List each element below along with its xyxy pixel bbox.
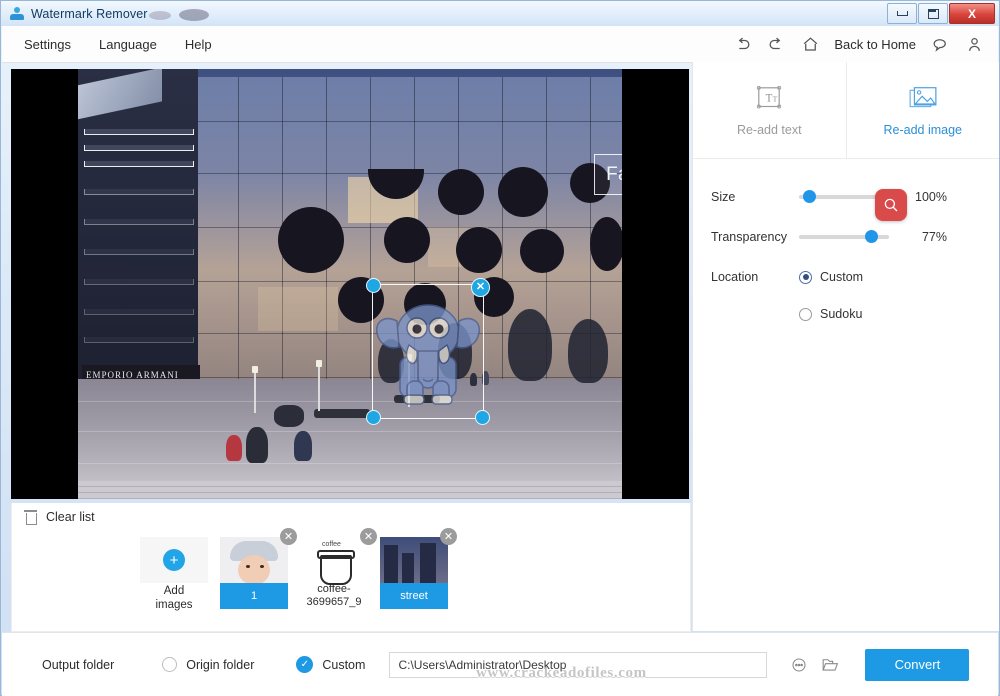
custom-folder-option[interactable]: ✓ Custom xyxy=(296,656,365,673)
origin-folder-option[interactable]: Origin folder xyxy=(162,657,254,672)
menu-item-help[interactable]: Help xyxy=(171,37,226,52)
location-option-sudoku[interactable]: Sudoku xyxy=(799,307,862,321)
remove-watermark-icon[interactable]: ✕ xyxy=(471,278,490,297)
clear-list-label: Clear list xyxy=(46,510,95,524)
resize-handle-bottom-right[interactable] xyxy=(475,410,490,425)
tab-re-add-text[interactable]: T T Re-add text xyxy=(693,62,847,158)
clear-list-row[interactable]: Clear list xyxy=(12,503,690,531)
elephant-sticker-icon xyxy=(373,285,483,418)
svg-text:T: T xyxy=(773,94,778,103)
origin-folder-label: Origin folder xyxy=(186,658,254,672)
title-smudge-1 xyxy=(149,11,171,20)
add-images-button[interactable]: + Add images xyxy=(140,537,208,609)
store-sign-text: EMPORIO ARMANI xyxy=(82,365,200,380)
thumbnail-caption: 1 xyxy=(220,583,288,609)
undo-icon[interactable] xyxy=(732,34,752,54)
toolbar: Back to Home xyxy=(732,26,984,62)
list-item[interactable]: street ✕ xyxy=(380,537,448,609)
svg-text:T: T xyxy=(766,92,773,104)
window-controls: X xyxy=(887,3,995,24)
resize-handle-top-left[interactable] xyxy=(366,278,381,293)
delete-thumbnail-icon[interactable]: ✕ xyxy=(280,528,297,545)
redo-icon[interactable] xyxy=(766,34,786,54)
trash-icon[interactable] xyxy=(24,510,37,525)
maximize-button[interactable] xyxy=(918,3,948,24)
window-title: Watermark Remover xyxy=(31,7,148,21)
close-button[interactable]: X xyxy=(949,3,995,24)
photo-plaza-ground xyxy=(78,379,622,499)
right-panel: T T Re-add text Re-add image Size xyxy=(692,62,999,631)
bottom-bar: Output folder Origin folder ✓ Custom C:\… xyxy=(2,632,998,696)
resize-handle-bottom-left[interactable] xyxy=(366,410,381,425)
minimize-button[interactable] xyxy=(887,3,917,24)
location-row-2: Sudoku xyxy=(711,297,981,331)
site-watermark: www.crackeadofiles.com xyxy=(476,665,647,682)
tab-re-add-text-label: Re-add text xyxy=(737,123,802,137)
convert-button[interactable]: Convert xyxy=(865,649,969,681)
app-window: Watermark Remover X Settings Language He… xyxy=(0,0,1000,696)
text-watermark-box[interactable]: Fashion xyxy=(594,154,622,195)
text-watermark-label: Fashion xyxy=(606,164,622,186)
transparency-slider[interactable] xyxy=(799,235,889,239)
add-images-label-line2: images xyxy=(140,598,208,612)
menu-item-language[interactable]: Language xyxy=(85,37,171,52)
menu-bar: Settings Language Help Back to Home xyxy=(2,26,998,63)
chat-bubble-icon[interactable] xyxy=(930,34,950,54)
output-folder-label: Output folder xyxy=(42,658,114,672)
ellipsis-circle-icon[interactable] xyxy=(789,655,808,674)
title-bar: Watermark Remover X xyxy=(1,1,999,26)
plus-icon: + xyxy=(163,549,185,571)
file-list-strip: Clear list + Add images 1 xyxy=(11,503,691,632)
transparency-label: Transparency xyxy=(711,230,799,244)
transparency-value: 77% xyxy=(901,230,947,244)
size-slider-thumb[interactable] xyxy=(803,190,816,203)
mode-tabs: T T Re-add text Re-add image xyxy=(693,62,999,159)
home-icon[interactable] xyxy=(800,34,820,54)
transparency-slider-thumb[interactable] xyxy=(865,230,878,243)
tab-re-add-image[interactable]: Re-add image xyxy=(847,62,1000,158)
magnifier-icon xyxy=(875,189,907,221)
image-stack-icon xyxy=(905,83,941,113)
custom-folder-label: Custom xyxy=(322,658,365,672)
radio-origin-folder[interactable] xyxy=(162,657,177,672)
open-folder-icon[interactable] xyxy=(820,655,839,674)
location-custom-label: Custom xyxy=(820,270,863,284)
radio-sudoku-location[interactable] xyxy=(799,308,812,321)
location-sudoku-label: Sudoku xyxy=(820,307,862,321)
tab-re-add-image-label: Re-add image xyxy=(883,123,962,137)
title-smudge-2 xyxy=(179,9,209,21)
photo-awning xyxy=(78,69,162,121)
size-row: Size 100% xyxy=(711,177,981,217)
delete-thumbnail-icon[interactable]: ✕ xyxy=(360,528,377,545)
user-icon[interactable] xyxy=(964,34,984,54)
location-label: Location xyxy=(711,270,799,284)
list-item[interactable]: coffee coffee-3699657_9 ✕ xyxy=(300,537,368,609)
back-to-home-button[interactable]: Back to Home xyxy=(834,37,916,52)
thumbnail-caption: coffee-3699657_9 xyxy=(300,583,368,609)
thumbnail-caption: street xyxy=(380,583,448,609)
menu-item-settings[interactable]: Settings xyxy=(10,37,85,52)
watermark-controls: Size 100% Transparency 77% Location Cust… xyxy=(693,159,999,331)
photo-left-tower xyxy=(78,69,198,399)
location-row: Location Custom xyxy=(711,257,981,297)
text-box-icon: T T xyxy=(752,83,786,113)
size-value: 100% xyxy=(901,190,947,204)
image-canvas[interactable]: EMPORIO ARMANI xyxy=(11,69,689,499)
add-images-label-line1: Add xyxy=(140,584,208,598)
checkbox-custom-folder[interactable]: ✓ xyxy=(296,656,313,673)
preview-photo: EMPORIO ARMANI xyxy=(78,69,622,499)
list-item[interactable]: 1 ✕ xyxy=(220,537,288,609)
delete-thumbnail-icon[interactable]: ✕ xyxy=(440,528,457,545)
radio-custom-location[interactable] xyxy=(799,271,812,284)
thumbnail-list: + Add images 1 ✕ xyxy=(12,531,690,609)
app-logo-icon xyxy=(9,6,25,22)
transparency-row: Transparency 77% xyxy=(711,217,981,257)
location-option-custom[interactable]: Custom xyxy=(799,270,863,284)
size-label: Size xyxy=(711,190,799,204)
image-watermark-selection[interactable]: ✕ xyxy=(372,284,484,419)
